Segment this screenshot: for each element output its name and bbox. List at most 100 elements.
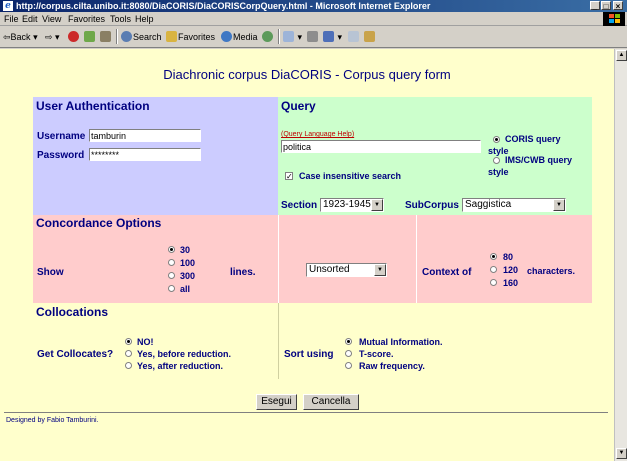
stop-button[interactable] bbox=[68, 30, 80, 44]
collocates-before-label: Yes, before reduction. bbox=[137, 349, 232, 359]
chevron-down-icon: ▼ bbox=[371, 199, 383, 211]
cancel-button[interactable]: Cancella bbox=[303, 394, 359, 410]
sort-mutual-info-radio[interactable] bbox=[345, 338, 352, 345]
coris-style-radio[interactable] bbox=[493, 136, 500, 143]
edit-button[interactable]: ▾ bbox=[323, 30, 342, 44]
maximize-button[interactable]: □ bbox=[601, 1, 611, 11]
query-help-link[interactable]: (Query Language Help) bbox=[281, 131, 354, 138]
context-label: Context of bbox=[422, 267, 472, 278]
context-120-radio[interactable] bbox=[490, 266, 497, 273]
context-160-label: 160 bbox=[503, 278, 519, 288]
stop-icon bbox=[68, 31, 79, 42]
toolbar-separator bbox=[278, 29, 280, 44]
show-30-label: 30 bbox=[180, 245, 191, 255]
back-button[interactable]: ⇦Back ▾ bbox=[3, 30, 38, 44]
page-content: Diachronic corpus DiaCORIS - Corpus quer… bbox=[0, 49, 614, 461]
menu-view[interactable]: View bbox=[42, 13, 61, 25]
messenger-button[interactable] bbox=[364, 30, 376, 44]
scroll-down-icon[interactable]: ▼ bbox=[616, 448, 627, 459]
history-button[interactable] bbox=[262, 30, 274, 44]
sort-raw-frequency-radio[interactable] bbox=[345, 362, 352, 369]
submit-button[interactable]: Esegui bbox=[256, 394, 297, 410]
favorites-icon bbox=[166, 31, 177, 42]
menu-help[interactable]: Help bbox=[135, 13, 154, 25]
sort-panel: Unsorted ▼ bbox=[278, 215, 416, 303]
page-title: Diachronic corpus DiaCORIS - Corpus quer… bbox=[163, 67, 451, 82]
query-heading: Query bbox=[281, 99, 316, 113]
refresh-icon bbox=[84, 31, 95, 42]
menu-tools[interactable]: Tools bbox=[110, 13, 131, 25]
footer-credit: Designed by Fabio Tamburini. bbox=[6, 417, 99, 424]
case-insensitive-checkbox[interactable]: ✓ bbox=[285, 172, 293, 181]
collocations-heading: Collocations bbox=[36, 305, 109, 319]
collocation-sort-panel: Sort using Mutual Information. T-score. … bbox=[278, 303, 592, 379]
menu-edit[interactable]: Edit bbox=[22, 13, 38, 25]
print-icon bbox=[307, 31, 318, 42]
forward-button[interactable]: ⇨ ▾ bbox=[45, 30, 60, 44]
chevron-down-icon: ▼ bbox=[374, 264, 386, 276]
collocates-after-radio[interactable] bbox=[125, 362, 132, 369]
show-label: Show bbox=[37, 267, 64, 278]
show-100-radio[interactable] bbox=[168, 259, 175, 266]
query-panel: Query (Query Language Help) CORIS query … bbox=[278, 97, 592, 215]
show-30-radio[interactable] bbox=[168, 246, 175, 253]
subcorpus-label: SubCorpus bbox=[405, 200, 459, 211]
media-button[interactable]: Media bbox=[221, 30, 258, 44]
edit-icon bbox=[323, 31, 334, 42]
case-insensitive-label: Case insensitive search bbox=[299, 171, 402, 181]
menu-favorites[interactable]: Favorites bbox=[68, 13, 105, 25]
discuss-button[interactable] bbox=[348, 30, 360, 44]
chevron-down-icon: ▼ bbox=[553, 199, 565, 211]
minimize-button[interactable]: _ bbox=[590, 1, 600, 11]
home-icon bbox=[100, 31, 111, 42]
subcorpus-select[interactable]: Saggistica ▼ bbox=[462, 198, 566, 212]
sort-select[interactable]: Unsorted ▼ bbox=[306, 263, 387, 277]
refresh-button[interactable] bbox=[84, 30, 96, 44]
username-label: Username bbox=[37, 131, 86, 142]
section-select[interactable]: 1923-1945 ▼ bbox=[320, 198, 384, 212]
ims-style-label-1: IMS/CWB query bbox=[505, 155, 573, 165]
collocates-after-label: Yes, after reduction. bbox=[137, 361, 224, 371]
mail-button[interactable]: ▾ bbox=[283, 30, 302, 44]
history-icon bbox=[262, 31, 273, 42]
username-input[interactable] bbox=[89, 129, 201, 142]
home-button[interactable] bbox=[100, 30, 112, 44]
password-input[interactable] bbox=[89, 148, 201, 161]
show-300-radio[interactable] bbox=[168, 272, 175, 279]
favorites-button[interactable]: Favorites bbox=[166, 30, 215, 44]
collocations-panel: Collocations Get Collocates? NO! Yes, be… bbox=[33, 303, 278, 379]
auth-panel: User Authentication Username Password bbox=[33, 97, 278, 215]
toolbar-separator bbox=[116, 29, 118, 44]
messenger-icon bbox=[364, 31, 375, 42]
show-all-radio[interactable] bbox=[168, 285, 175, 292]
window-title: http://corpus.cilta.unibo.it:8080/DiaCOR… bbox=[16, 1, 431, 11]
context-160-radio[interactable] bbox=[490, 279, 497, 286]
search-icon bbox=[121, 31, 132, 42]
context-80-radio[interactable] bbox=[490, 253, 497, 260]
sort-using-label: Sort using bbox=[284, 349, 334, 360]
characters-label: characters. bbox=[527, 266, 576, 276]
back-arrow-icon: ⇦ bbox=[3, 32, 11, 42]
lines-label: lines. bbox=[230, 267, 256, 278]
menu-file[interactable]: File bbox=[4, 13, 19, 25]
print-button[interactable] bbox=[307, 30, 319, 44]
media-icon bbox=[221, 31, 232, 42]
toolbar: ⇦Back ▾ ⇨ ▾ Search Favorites Media ▾ ▾ bbox=[0, 26, 627, 48]
collocates-no-radio[interactable] bbox=[125, 338, 132, 345]
title-bar: e http://corpus.cilta.unibo.it:8080/DiaC… bbox=[0, 0, 627, 12]
query-input[interactable] bbox=[281, 140, 481, 153]
vertical-scrollbar[interactable]: ▲ ▼ bbox=[614, 49, 627, 461]
ims-style-radio[interactable] bbox=[493, 157, 500, 164]
collocates-before-radio[interactable] bbox=[125, 350, 132, 357]
sort-tscore-radio[interactable] bbox=[345, 350, 352, 357]
show-300-label: 300 bbox=[180, 271, 196, 281]
ims-style-label-2: style bbox=[488, 167, 509, 177]
context-120-label: 120 bbox=[503, 265, 519, 275]
scroll-up-icon[interactable]: ▲ bbox=[616, 50, 627, 61]
concordance-heading: Concordance Options bbox=[36, 216, 162, 230]
sort-mutual-info-label: Mutual Information. bbox=[359, 337, 443, 347]
password-label: Password bbox=[37, 150, 85, 161]
close-button[interactable]: × bbox=[613, 1, 623, 11]
search-button[interactable]: Search bbox=[121, 30, 162, 44]
windows-logo-icon bbox=[603, 12, 625, 26]
